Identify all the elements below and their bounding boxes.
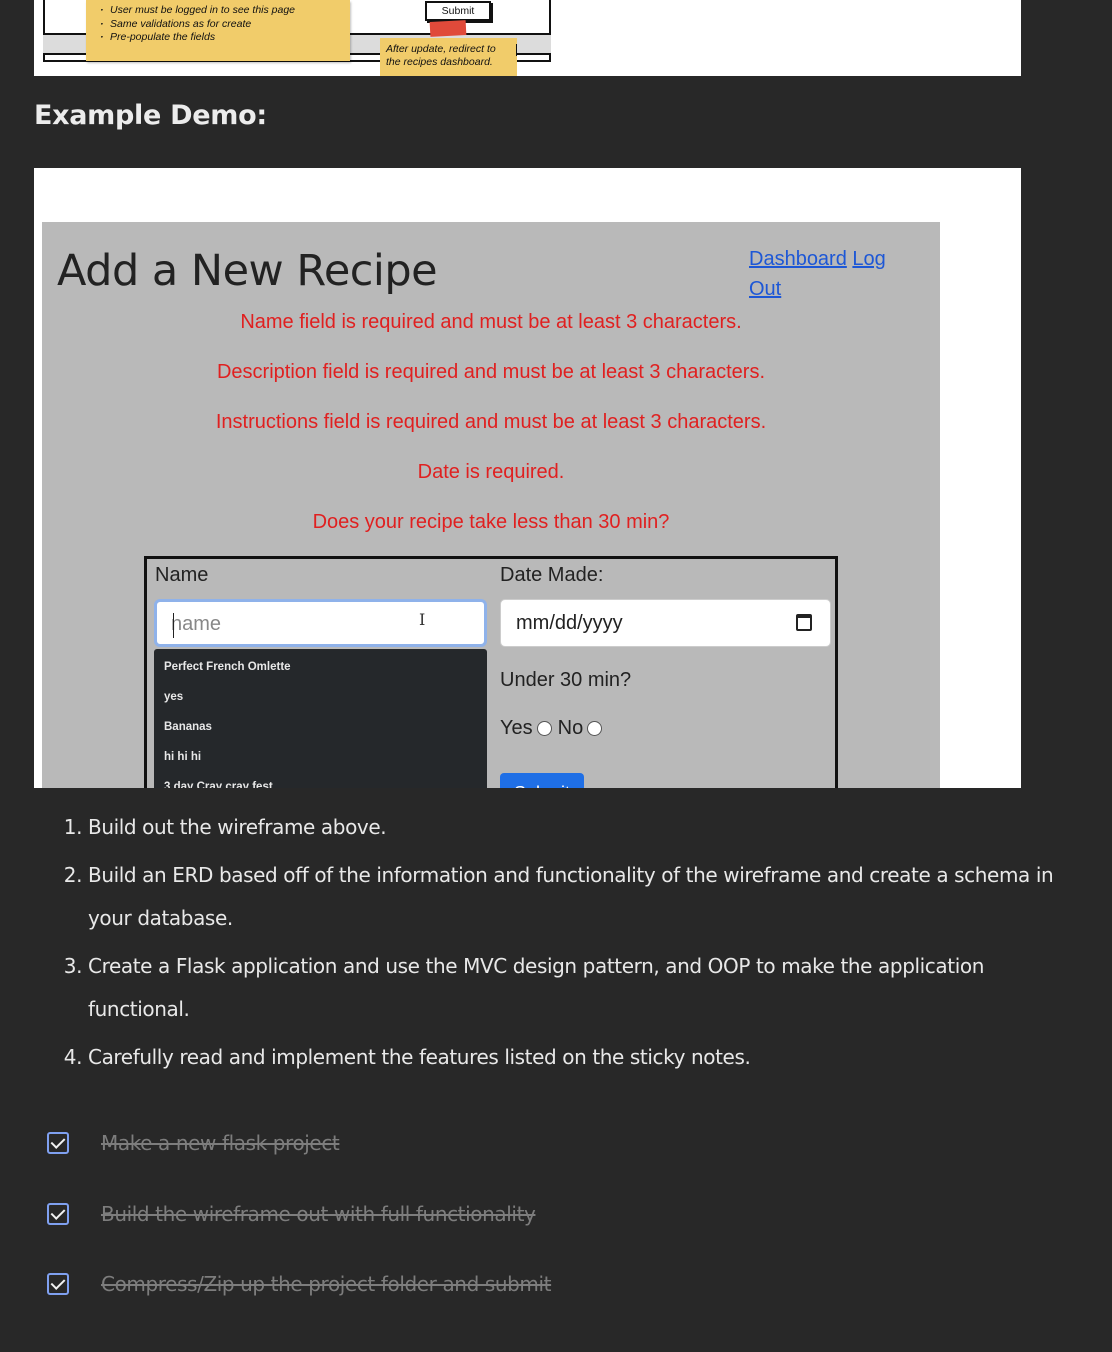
dashboard-link[interactable]: Dashboard [749, 248, 847, 270]
sticky-note-item: Same validations as for create [100, 18, 342, 32]
error-message: Name field is required and must be at le… [240, 311, 742, 333]
todo-label: Compress/Zip up the project folder and s… [101, 1272, 552, 1296]
no-label: No [557, 717, 584, 739]
error-message: Does your recipe take less than 30 min? [312, 511, 670, 533]
error-message: Instructions field is required and must … [215, 411, 767, 433]
date-input[interactable]: mm/dd/yyyy [500, 599, 831, 647]
autocomplete-option[interactable]: yes [154, 686, 487, 716]
checked-checkbox-icon[interactable] [47, 1132, 69, 1154]
instruction-step: Carefully read and implement the feature… [88, 1036, 1088, 1079]
demo-page: Add a New Recipe Dashboard Log Out Name … [42, 222, 940, 788]
error-message: Date is required. [417, 461, 565, 483]
todo-item: Build the wireframe out with full functi… [47, 1199, 1047, 1229]
instruction-step: Create a Flask application and use the M… [88, 945, 1088, 1031]
todo-label: Make a new flask project [101, 1131, 340, 1155]
name-label: Name [155, 564, 209, 586]
todo-label: Build the wireframe out with full functi… [101, 1202, 536, 1226]
section-title: Example Demo: [34, 100, 267, 131]
yes-label: Yes [500, 717, 533, 739]
error-message: Description field is required and must b… [216, 361, 766, 383]
wireframe-red-marker [429, 20, 467, 37]
ibeam-cursor-icon: I [419, 610, 426, 629]
yes-radio[interactable] [536, 721, 552, 736]
demo-page-title: Add a New Recipe [57, 246, 438, 296]
demo-screenshot: Add a New Recipe Dashboard Log Out Name … [34, 168, 1021, 788]
sticky-note-item: Pre-populate the fields [100, 31, 342, 45]
submit-button[interactable]: Submit [500, 773, 584, 788]
checked-checkbox-icon[interactable] [47, 1273, 69, 1295]
wireframe-image: User must be logged in to see this page … [34, 0, 1021, 76]
date-placeholder: mm/dd/yyyy [516, 612, 623, 634]
autocomplete-option[interactable]: 3 day Cray cray fest [154, 776, 487, 788]
error-list: Name field is required and must be at le… [42, 308, 940, 558]
todo-item: Compress/Zip up the project folder and s… [47, 1269, 1047, 1299]
text-caret [173, 613, 174, 638]
instruction-step: Build an ERD based off of the informatio… [88, 854, 1088, 940]
wireframe-submit-button: Submit [425, 1, 491, 21]
checked-checkbox-icon[interactable] [47, 1203, 69, 1225]
sticky-note-requirements: User must be logged in to see this page … [86, 0, 350, 61]
todo-item: Make a new flask project [47, 1128, 1047, 1158]
autocomplete-dropdown[interactable]: Perfect French Omlette yes Bananas hi hi… [154, 649, 487, 788]
name-input[interactable]: name I [154, 599, 487, 647]
wireframe-divider [516, 44, 517, 56]
autocomplete-option[interactable]: Bananas [154, 716, 487, 746]
instruction-step: Build out the wireframe above. [88, 806, 1088, 849]
demo-nav: Dashboard Log Out [749, 244, 909, 304]
calendar-icon[interactable] [796, 614, 812, 631]
recipe-form: Name name I Perfect French Omlette yes B… [144, 556, 838, 788]
name-placeholder: name [171, 613, 222, 635]
instruction-steps: Build out the wireframe above. Build an … [34, 806, 1088, 1084]
date-label: Date Made: [500, 564, 604, 586]
autocomplete-option[interactable]: Perfect French Omlette [154, 656, 487, 686]
no-radio[interactable] [587, 721, 603, 736]
under-30-label: Under 30 min? [500, 669, 632, 691]
autocomplete-option[interactable]: hi hi hi [154, 746, 487, 776]
under-30-radio-group: Yes No [500, 717, 608, 740]
sticky-note-item: User must be logged in to see this page [100, 4, 342, 18]
sticky-note-redirect: After update, redirect to the recipes da… [380, 38, 517, 76]
